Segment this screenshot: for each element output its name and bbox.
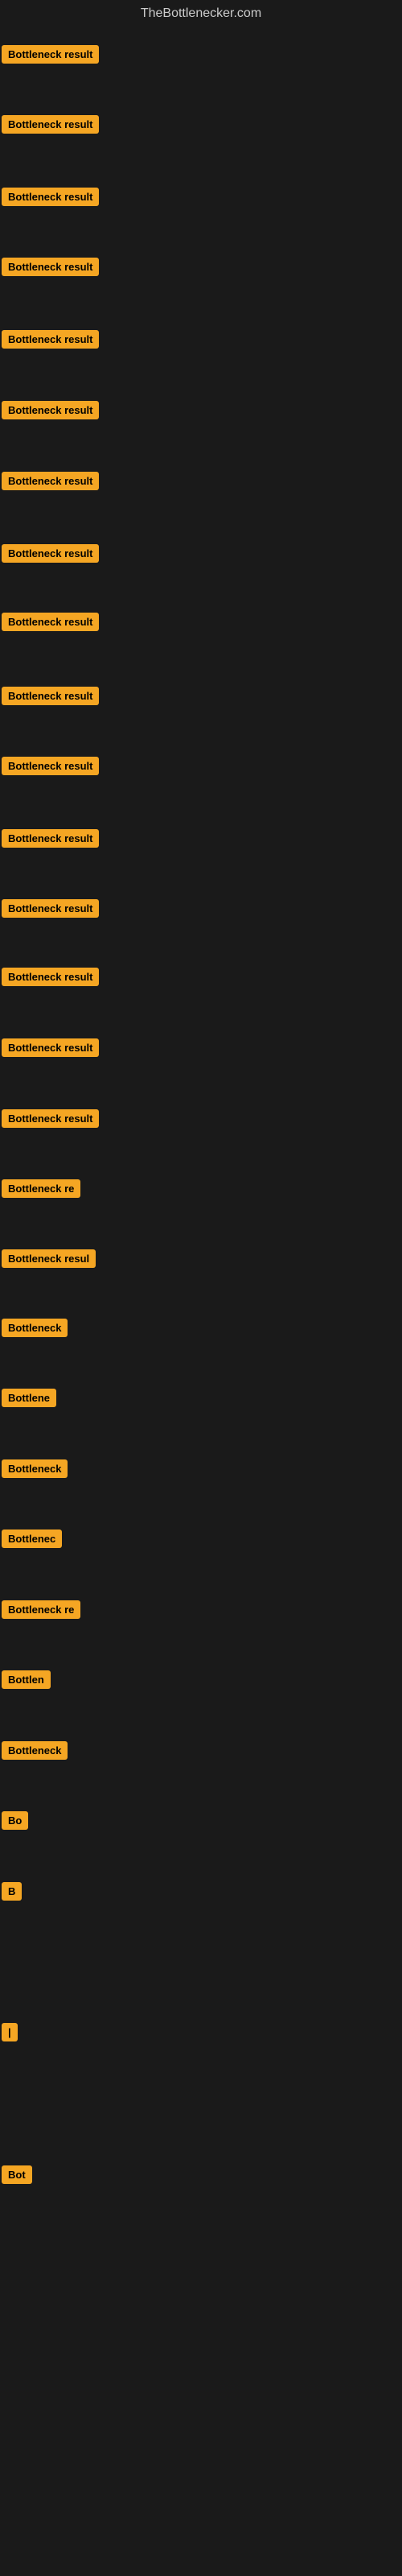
bottleneck-result-label: B	[2, 1882, 22, 1901]
bottleneck-result-label: Bottleneck result	[2, 45, 99, 64]
bottleneck-result-label: Bottleneck result	[2, 613, 99, 631]
bottleneck-result-label: Bo	[2, 1811, 28, 1830]
bottleneck-result-label: Bottleneck result	[2, 687, 99, 705]
bottleneck-result-label: Bottleneck result	[2, 1038, 99, 1057]
bottleneck-result-label: Bottleneck	[2, 1459, 68, 1478]
bottleneck-result-label: Bottleneck result	[2, 757, 99, 775]
bottleneck-result-label: Bottleneck result	[2, 188, 99, 206]
bottleneck-result-label: Bottleneck result	[2, 258, 99, 276]
bottleneck-result-label: Bottleneck re	[2, 1600, 80, 1619]
bottleneck-result-label: Bottleneck result	[2, 968, 99, 986]
bottleneck-result-label: Bot	[2, 2165, 32, 2184]
bottleneck-result-label: Bottleneck result	[2, 330, 99, 349]
bottleneck-result-label: Bottleneck resul	[2, 1249, 96, 1268]
bottleneck-result-label: Bottlen	[2, 1670, 51, 1689]
bottleneck-result-label: Bottleneck	[2, 1319, 68, 1337]
bottleneck-result-label: Bottlenec	[2, 1530, 62, 1548]
bottleneck-result-label: Bottleneck result	[2, 401, 99, 419]
bottleneck-result-label: |	[2, 2023, 18, 2041]
bottleneck-result-label: Bottleneck result	[2, 899, 99, 918]
bottleneck-result-label: Bottleneck result	[2, 472, 99, 490]
bottleneck-result-label: Bottleneck result	[2, 544, 99, 563]
bottleneck-result-label: Bottlene	[2, 1389, 56, 1407]
bottleneck-result-label: Bottleneck result	[2, 829, 99, 848]
bottleneck-result-label: Bottleneck re	[2, 1179, 80, 1198]
bottleneck-result-label: Bottleneck	[2, 1741, 68, 1760]
bottleneck-result-label: Bottleneck result	[2, 1109, 99, 1128]
bottleneck-result-label: Bottleneck result	[2, 115, 99, 134]
